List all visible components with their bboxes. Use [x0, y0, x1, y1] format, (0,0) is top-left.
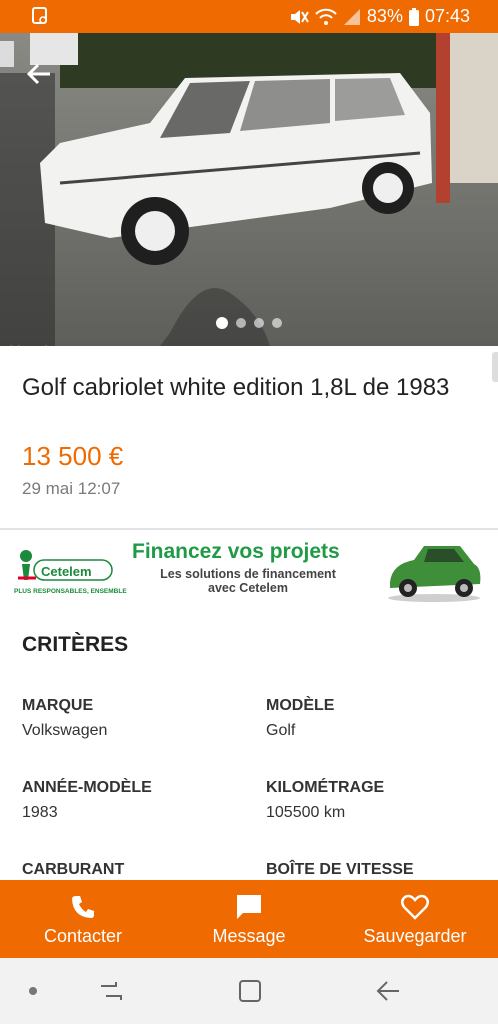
home-icon[interactable]: [237, 978, 263, 1004]
car-photo: leboncoin: [0, 33, 498, 346]
criteria-value-make: Volkswagen: [22, 722, 108, 739]
ad-headline: Financez vos projets: [132, 540, 340, 563]
criteria-label-make: MARQUE: [22, 697, 94, 714]
ad-banner[interactable]: Cetelem PLUS RESPONSABLES, ENSEMBLE Fina…: [0, 534, 498, 606]
ad-brand-logo: Cetelem PLUS RESPONSABLES, ENSEMBLE: [14, 542, 127, 602]
ad-brand-name: Cetelem: [41, 564, 92, 579]
carousel-dot[interactable]: [236, 318, 246, 328]
divider: [0, 528, 498, 530]
action-bar: Contacter Message Sauvegarder: [0, 880, 498, 958]
carousel-indicators: [0, 317, 498, 329]
scrollbar-thumb[interactable]: [492, 352, 498, 382]
back-arrow-icon[interactable]: [24, 59, 54, 89]
listing-title: Golf cabriolet white edition 1,8L de 198…: [22, 374, 450, 401]
carousel-dot[interactable]: [254, 318, 264, 328]
carousel-dot-active[interactable]: [216, 317, 228, 329]
mute-icon: [290, 9, 309, 24]
ad-brand-tagline: PLUS RESPONSABLES, ENSEMBLE: [14, 588, 127, 595]
system-nav-bar: [0, 958, 498, 1024]
criteria-label-year: ANNÉE-MODÈLE: [22, 779, 152, 796]
criteria-label-mileage: KILOMÉTRAGE: [266, 779, 385, 796]
contact-label: Contacter: [43, 926, 123, 946]
save-label: Sauvegarder: [363, 926, 467, 946]
contact-button[interactable]: Contacter: [22, 880, 144, 958]
save-button[interactable]: Sauvegarder: [352, 880, 478, 958]
criteria-value-model: Golf: [266, 722, 296, 739]
heart-icon: [401, 894, 429, 920]
phone-icon: [72, 896, 94, 918]
chat-icon: [237, 895, 261, 919]
listing-price: 13 500 €: [22, 441, 124, 471]
wifi-icon: [315, 8, 337, 25]
message-label: Message: [212, 926, 286, 946]
criteria-label-gearbox: BOÎTE DE VITESSE: [266, 861, 414, 878]
recent-apps-icon[interactable]: [98, 978, 124, 1004]
ad-subtitle-line: Les solutions de financement: [160, 567, 336, 581]
listing-date: 29 mai 12:07: [22, 479, 121, 498]
gallery-icon: [32, 7, 47, 24]
carousel-dot[interactable]: [272, 318, 282, 328]
ad-subtitle: Les solutions de financement avec Cetele…: [132, 567, 364, 595]
criteria-title: CRITÈRES: [22, 633, 129, 656]
ad-car-image: [388, 546, 481, 602]
photo-watermark: leboncoin: [10, 345, 53, 346]
ad-subtitle-line: avec Cetelem: [208, 581, 288, 595]
criteria-value-year: 1983: [22, 804, 58, 821]
criteria-label-model: MODÈLE: [266, 697, 335, 714]
criteria-label-fuel: CARBURANT: [22, 861, 125, 878]
nav-dot-icon: [29, 987, 37, 995]
nav-back-icon[interactable]: [375, 978, 403, 1004]
status-time: 07:43: [424, 6, 470, 26]
listing-photo-carousel[interactable]: leboncoin: [0, 33, 498, 346]
battery-percent: 83%: [366, 6, 403, 26]
criteria-value-mileage: 105500 km: [266, 804, 346, 821]
signal-icon: [343, 8, 360, 25]
message-button[interactable]: Message: [189, 880, 309, 958]
status-bar: 83% 07:43: [0, 0, 498, 33]
battery-icon: [408, 7, 419, 26]
